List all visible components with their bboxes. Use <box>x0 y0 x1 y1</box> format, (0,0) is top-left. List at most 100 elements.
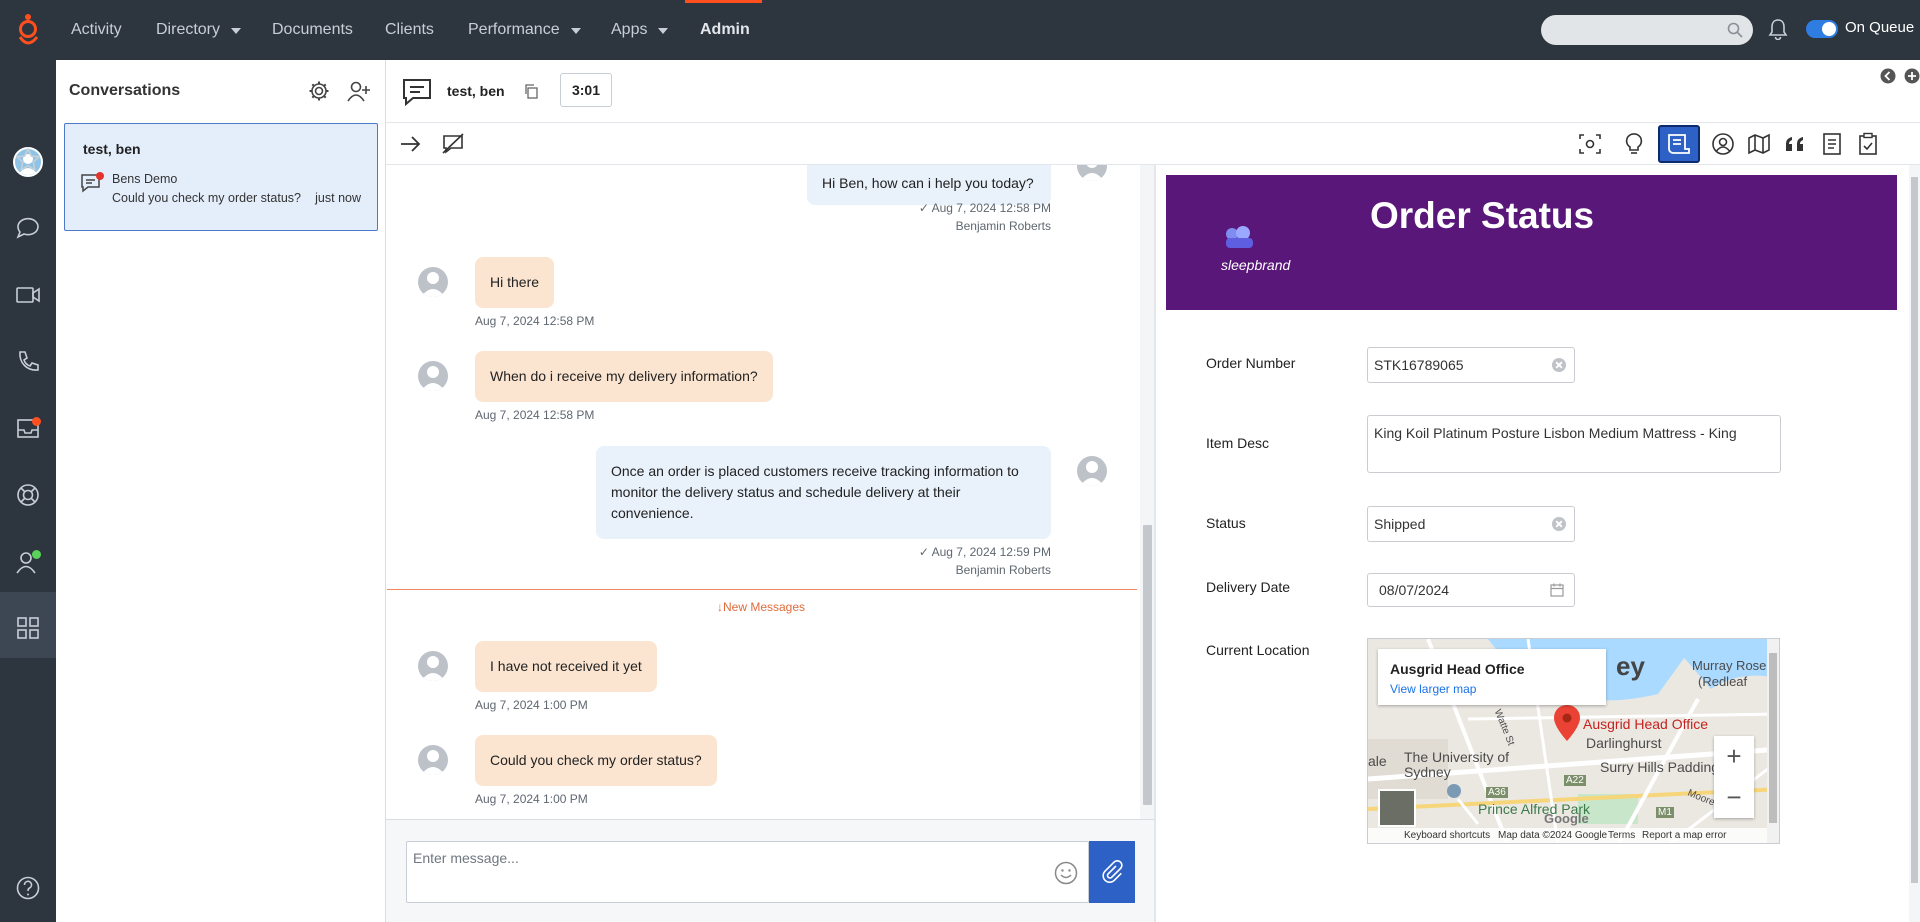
global-search-input[interactable] <box>1541 15 1753 45</box>
message-author: Benjamin Roberts <box>955 563 1051 577</box>
brand-name: sleepbrand <box>1221 257 1291 273</box>
message-timestamp: ✓ Aug 7, 2024 12:58 PM <box>918 201 1051 215</box>
copy-icon[interactable] <box>523 83 539 99</box>
wrap-up-clipboard-icon[interactable] <box>1853 129 1883 159</box>
lifebuoy-icon[interactable] <box>13 482 43 512</box>
map-label: A36 <box>1486 787 1508 798</box>
active-nav-indicator <box>685 0 762 3</box>
map-data-text: Map data ©2024 Google <box>1498 830 1608 841</box>
zoom-in-button[interactable]: + <box>1714 736 1754 777</box>
map-place-title: Ausgrid Head Office <box>1390 661 1525 677</box>
map-label: ey <box>1616 651 1645 681</box>
report-map-error-link[interactable]: Report a map error <box>1642 830 1726 841</box>
clear-icon[interactable] <box>1552 358 1566 372</box>
nav-activity[interactable]: Activity <box>71 0 122 60</box>
phone-icon[interactable] <box>13 349 43 379</box>
order-number-field[interactable]: STK16789065 <box>1367 347 1575 383</box>
order-status-title: Order Status <box>1370 195 1595 236</box>
add-circle-icon[interactable] <box>1904 68 1920 84</box>
item-desc-value: King Koil Platinum Posture Lisbon Medium… <box>1374 425 1737 441</box>
avatar <box>418 267 448 297</box>
map-scrollbar[interactable] <box>1767 639 1779 843</box>
arrow-left-circle-icon[interactable] <box>1880 68 1896 84</box>
top-navigation-bar: Activity Directory Documents Clients Per… <box>0 0 1920 60</box>
chevron-down-icon <box>658 28 669 34</box>
chat-transcript[interactable]: Hi Ben, how can i help you today? ✓ Aug … <box>387 165 1140 819</box>
customer-message-bubble: Hi there <box>475 257 555 308</box>
script-panel-scrollbar[interactable] <box>1909 165 1920 922</box>
interaction-timer: 3:01 <box>560 73 612 107</box>
video-icon[interactable] <box>13 282 43 312</box>
notes-icon[interactable] <box>1817 129 1847 159</box>
quote-icon[interactable] <box>1780 129 1810 159</box>
nav-admin[interactable]: Admin <box>700 0 750 60</box>
map-pin-icon[interactable] <box>1553 704 1581 742</box>
new-messages-indicator[interactable]: ↓New Messages <box>717 600 805 614</box>
help-icon[interactable] <box>13 875 43 905</box>
screen-monitor-icon[interactable] <box>1575 129 1605 159</box>
customer-message-bubble: I have not received it yet <box>475 641 657 692</box>
conversation-card[interactable]: test, ben Bens Demo Could you check my o… <box>64 123 378 231</box>
scrollbar-thumb[interactable] <box>1769 653 1777 823</box>
nav-apps[interactable]: Apps <box>611 0 669 60</box>
item-desc-field[interactable]: King Koil Platinum Posture Lisbon Medium… <box>1367 415 1781 473</box>
script-panel: sleepbrand Order Status Order Number STK… <box>1156 165 1909 922</box>
add-user-icon[interactable] <box>347 80 371 102</box>
contact-profile-icon[interactable] <box>1708 129 1738 159</box>
apps-grid-icon[interactable] <box>13 615 43 645</box>
nav-documents-label: Documents <box>272 21 353 38</box>
delivery-date-field[interactable]: 08/07/2024 <box>1367 573 1575 607</box>
map-label: The University of Sydney <box>1404 749 1510 780</box>
nav-apps-label: Apps <box>611 21 648 38</box>
conversation-queue: Bens Demo <box>112 172 178 186</box>
notifications-bell-icon[interactable] <box>1768 18 1788 40</box>
nav-clients[interactable]: Clients <box>385 0 434 60</box>
star-icon[interactable] <box>13 147 43 177</box>
map-label: Surry Hills Paddingto <box>1600 759 1731 775</box>
message-input[interactable]: Enter message... <box>406 841 1089 903</box>
map-label: Ausgrid Head Office <box>1583 716 1709 732</box>
terms-link[interactable]: Terms <box>1608 830 1635 841</box>
avatar <box>418 361 448 391</box>
scrollbar-thumb[interactable] <box>1143 525 1152 805</box>
location-map[interactable]: ey Murray Rose (Redleaf Ausgrid Head Off… <box>1367 638 1780 844</box>
zoom-out-button[interactable]: − <box>1714 777 1754 818</box>
agent-message-bubble: Hi Ben, how can i help you today? <box>807 165 1051 205</box>
map-zoom-control: + − <box>1714 736 1754 818</box>
transfer-arrow-icon[interactable] <box>396 129 426 159</box>
keyboard-shortcuts-link[interactable]: Keyboard shortcuts <box>1404 830 1490 841</box>
interaction-name: test, ben <box>447 83 505 99</box>
status-label: Status <box>1206 515 1246 531</box>
scrollbar-thumb[interactable] <box>1911 177 1918 883</box>
disconnect-chat-icon[interactable] <box>438 129 468 159</box>
clear-icon[interactable] <box>1552 517 1566 531</box>
gear-icon[interactable] <box>308 80 330 102</box>
calendar-icon[interactable] <box>1550 583 1564 597</box>
chevron-down-icon <box>570 28 581 34</box>
map-label: M1 <box>1656 807 1674 818</box>
genesys-logo-icon[interactable] <box>14 12 42 48</box>
nav-directory[interactable]: Directory <box>156 0 242 60</box>
lightbulb-icon[interactable] <box>1619 129 1649 159</box>
agent-message-bubble: Once an order is placed customers receiv… <box>596 446 1051 539</box>
transcript-scrollbar[interactable] <box>1140 165 1155 819</box>
online-status-dot <box>32 550 41 559</box>
status-field[interactable]: Shipped <box>1367 506 1575 542</box>
toggle-knob <box>1822 22 1836 36</box>
nav-admin-label: Admin <box>700 21 750 38</box>
nav-documents[interactable]: Documents <box>272 0 353 60</box>
nav-clients-label: Clients <box>385 21 434 38</box>
inbox-notification-dot <box>32 417 41 426</box>
on-queue-toggle[interactable] <box>1806 20 1838 38</box>
chat-bubble-icon[interactable] <box>13 215 43 245</box>
view-larger-map-link[interactable]: View larger map <box>1390 682 1476 696</box>
journey-map-icon[interactable] <box>1744 129 1774 159</box>
attach-file-button[interactable] <box>1089 841 1135 903</box>
message-timestamp: Aug 7, 2024 1:00 PM <box>475 698 588 712</box>
chevron-down-icon <box>231 28 242 34</box>
script-panel-button[interactable] <box>1658 125 1700 163</box>
map-layer-thumbnail[interactable] <box>1378 789 1416 827</box>
on-queue-label: On Queue <box>1845 19 1915 36</box>
emoji-icon[interactable] <box>1054 861 1078 885</box>
nav-performance[interactable]: Performance <box>468 0 581 60</box>
